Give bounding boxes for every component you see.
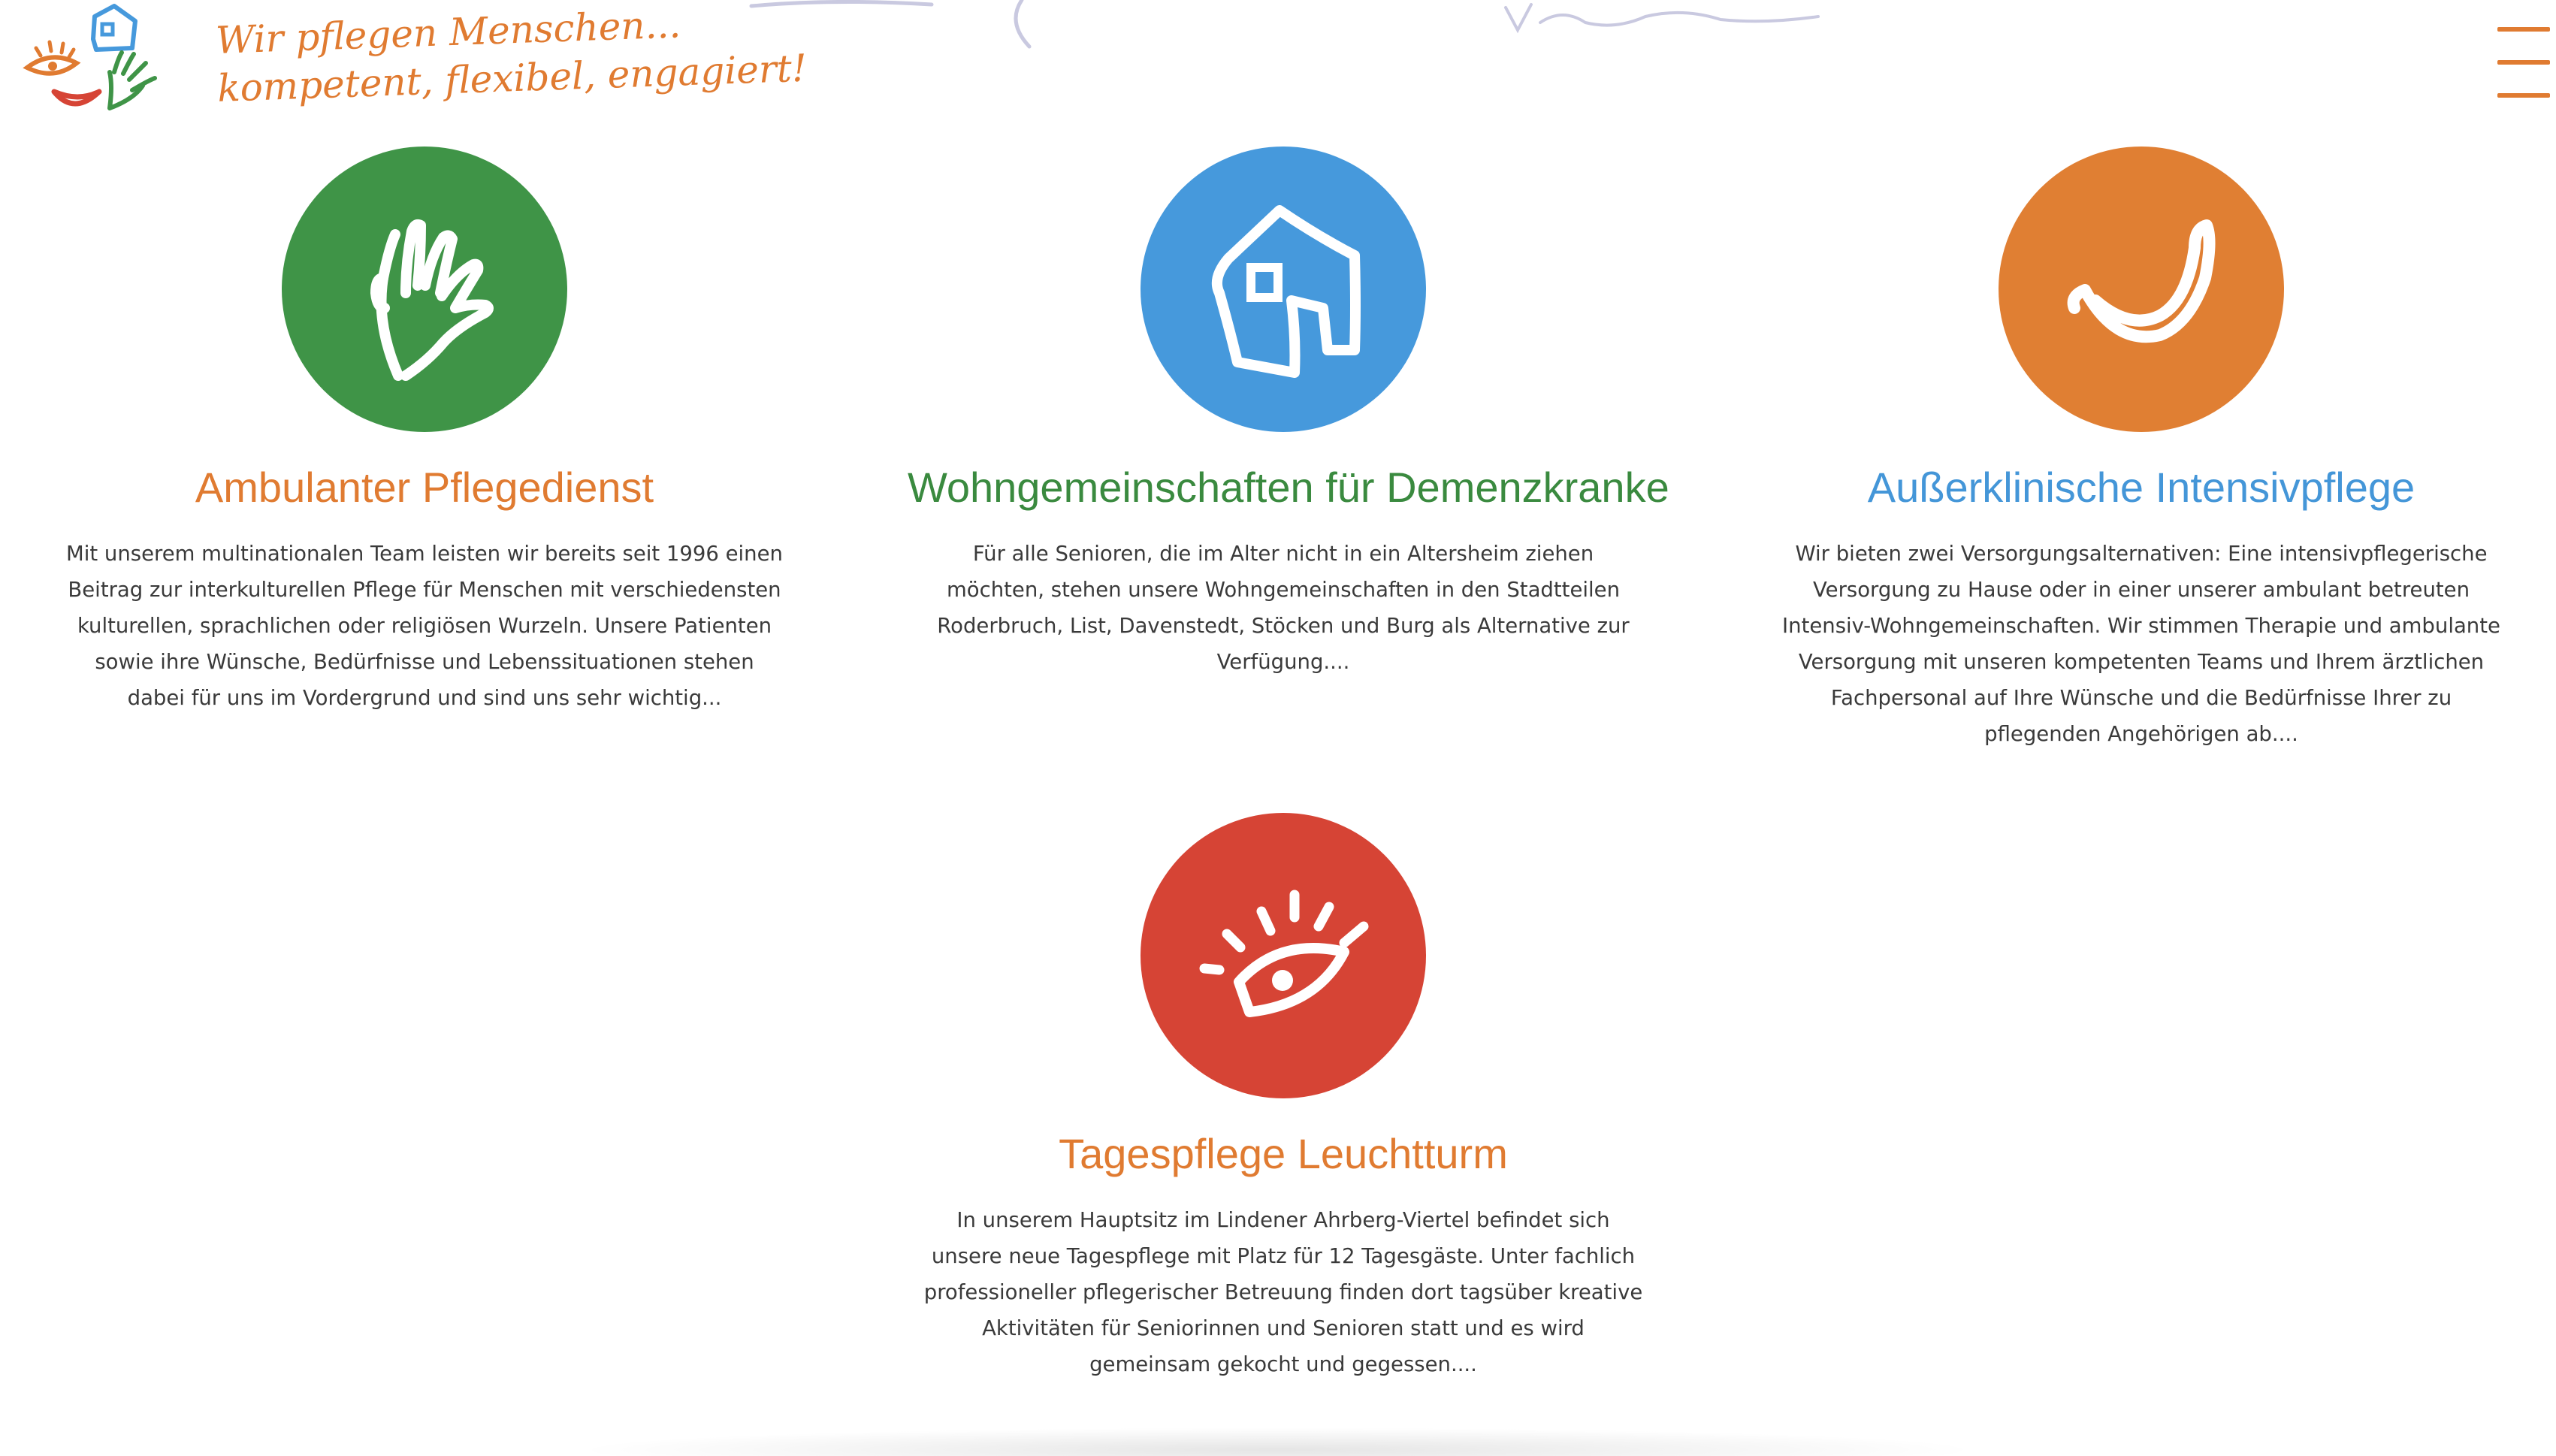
- eye-icon: [1199, 890, 1369, 1017]
- service-circle[interactable]: [1999, 147, 2284, 432]
- smile-mouth-icon: [2067, 219, 2216, 343]
- house-icon: [1212, 205, 1361, 378]
- decorative-signature: [1504, 3, 1820, 34]
- hamburger-icon: [2497, 27, 2550, 32]
- page: Wir pflegen Menschen... kompetent, flexi…: [0, 0, 2556, 1456]
- service-description: Mit unserem multinationalen Team leisten…: [66, 542, 783, 710]
- service-title[interactable]: Außerklinische Intensivpflege: [1766, 462, 2517, 513]
- service-circle[interactable]: [1141, 147, 1426, 432]
- hamburger-menu-button[interactable]: [2497, 27, 2550, 99]
- service-wohngemeinschaften: Wohngemeinschaften für Demenzkranke Für …: [908, 147, 1669, 680]
- service-ausserklinische-intensivpflege: Außerklinische Intensivpflege Wir bieten…: [1766, 147, 2517, 752]
- service-description: Wir bieten zwei Versorgungsalternativen:…: [1782, 542, 2500, 746]
- service-ambulanter-pflegedienst: Ambulanter Pflegedienst Mit unserem mult…: [49, 147, 800, 716]
- decorative-scribble: [749, 0, 1032, 49]
- service-circle[interactable]: [1141, 813, 1426, 1098]
- service-description: In unserem Hauptsitz im Lindener Ahrberg…: [923, 1208, 1643, 1376]
- footer-shadow: [571, 1427, 1983, 1456]
- hamburger-icon-bar: [2497, 60, 2550, 65]
- tagline: Wir pflegen Menschen... kompetent, flexi…: [215, 0, 808, 113]
- service-tagespflege-leuchtturm: Tagespflege Leuchtturm In unserem Haupts…: [908, 813, 1659, 1382]
- hamburger-icon-bar: [2497, 93, 2550, 98]
- logo[interactable]: [21, 3, 164, 116]
- hand-icon: [370, 219, 494, 381]
- service-title[interactable]: Tagespflege Leuchtturm: [908, 1128, 1659, 1180]
- service-title[interactable]: Wohngemeinschaften für Demenzkranke: [908, 462, 1669, 513]
- service-title[interactable]: Ambulanter Pflegedienst: [49, 462, 800, 513]
- service-description: Für alle Senioren, die im Alter nicht in…: [937, 542, 1630, 674]
- service-circle[interactable]: [282, 147, 567, 432]
